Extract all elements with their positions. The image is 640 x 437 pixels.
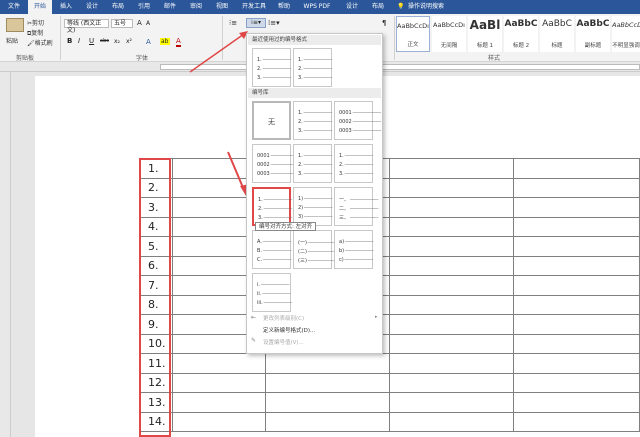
submenu-arrow-icon: ▸: [375, 314, 378, 320]
format-line: A.: [257, 239, 291, 245]
numbering-format-option[interactable]: 1. 2. 3.: [252, 187, 291, 226]
format-line: 1.: [298, 153, 331, 159]
list-level-icon: ⇤: [251, 314, 257, 321]
format-line: C.: [257, 257, 291, 263]
numbering-format-option[interactable]: 1. 2. 3.: [293, 144, 332, 183]
format-line: i.: [257, 282, 289, 288]
format-line: 2.: [339, 162, 372, 168]
format-line: B.: [257, 248, 291, 254]
numbering-format-option[interactable]: A. B. C.: [252, 230, 291, 269]
format-line: 2.: [298, 66, 331, 72]
format-line: 1.: [298, 57, 331, 63]
set-number-value-icon: ✎: [251, 337, 257, 344]
format-line: (三): [298, 257, 336, 264]
numbering-library-dropdown: 最近使用过的编号格式 编号库 1.2.3.1.2.3.无1.2.3.000100…: [246, 33, 383, 354]
format-line: 2): [298, 205, 332, 211]
format-line: 2.: [258, 206, 291, 212]
format-line: 一、: [339, 196, 378, 203]
format-line: 3.: [257, 75, 290, 81]
format-line: 二、: [339, 205, 378, 212]
numbering-format-option[interactable]: a) b) c): [334, 230, 373, 269]
format-line: (一): [298, 239, 336, 246]
format-line: 3.: [298, 128, 331, 134]
menu-define-new-number-format[interactable]: 定义新编号格式(D)...: [263, 326, 315, 334]
format-line: c): [339, 257, 372, 263]
format-line: iii.: [257, 300, 291, 306]
format-line: 0003: [339, 128, 380, 134]
format-line: 1.: [339, 153, 372, 159]
menu-set-numbering-value[interactable]: 设置编号值(V)...: [263, 338, 304, 346]
format-line: 0002: [339, 119, 380, 125]
format-line: 3.: [258, 215, 291, 221]
numbering-format-option[interactable]: 1. 2. 3.: [293, 101, 332, 140]
numbering-format-option[interactable]: i. ii. iii.: [252, 273, 291, 312]
format-line: b): [339, 248, 373, 254]
numbering-format-option[interactable]: 1. 2. 3.: [293, 48, 332, 87]
menu-change-list-level[interactable]: 更改列表级别(C): [263, 314, 304, 322]
numbering-format-option[interactable]: (一)(二)(三): [293, 230, 332, 269]
format-line: 1.: [257, 57, 290, 63]
alignment-tooltip: 编号对齐方式: 左对齐: [255, 222, 317, 231]
numbering-format-option[interactable]: 000100020003: [334, 101, 373, 140]
numbering-format-none[interactable]: 无: [252, 101, 291, 140]
format-line: 0001: [339, 110, 380, 116]
format-line: a): [339, 239, 373, 245]
format-line: 3): [298, 214, 332, 220]
format-line: 3.: [339, 171, 372, 177]
numbering-format-option[interactable]: 000100020003: [252, 144, 291, 183]
format-line: 2.: [298, 162, 331, 168]
format-line: 2.: [298, 119, 331, 125]
numbering-format-option[interactable]: 1. 2. 3.: [252, 48, 291, 87]
none-label: 无: [268, 118, 275, 126]
format-line: 1): [298, 196, 332, 202]
numbering-format-option[interactable]: 一、二、三、: [334, 187, 373, 226]
format-line: 3.: [298, 75, 331, 81]
format-line: 1.: [298, 110, 331, 116]
format-line: (二): [298, 248, 336, 255]
format-line: 3.: [298, 171, 331, 177]
format-line: 三、: [339, 214, 378, 221]
format-line: 2.: [257, 66, 290, 72]
format-line: ii.: [257, 291, 290, 297]
numbering-library-header: 编号库: [248, 88, 381, 98]
recent-formats-header: 最近使用过的编号格式: [248, 35, 381, 45]
numbering-format-option[interactable]: 1. 2. 3.: [334, 144, 373, 183]
format-line: 1.: [258, 197, 291, 203]
numbering-format-option[interactable]: 1) 2) 3): [293, 187, 332, 226]
